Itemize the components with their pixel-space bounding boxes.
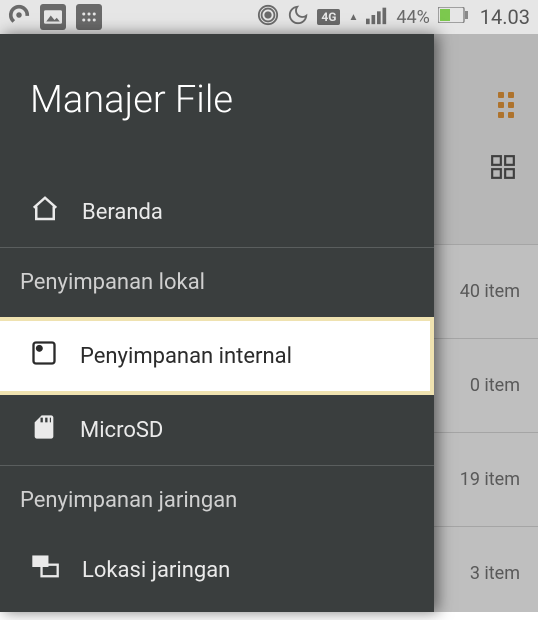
storage-icon: [30, 339, 58, 373]
image-icon: [40, 4, 66, 30]
drawer-title: Manajer File: [0, 34, 434, 177]
navigation-drawer: Manajer File Beranda Penyimpanan lokal P…: [0, 34, 434, 612]
nav-label: Beranda: [82, 200, 163, 225]
nav-label: Penyimpanan internal: [80, 344, 292, 369]
signal-icon: [366, 5, 388, 30]
nav-label: Lokasi jaringan: [82, 558, 230, 583]
status-left: [8, 4, 102, 31]
selected-highlight: Penyimpanan internal: [0, 317, 434, 395]
battery-percentage: 44%: [396, 7, 429, 28]
clock: 14.03: [480, 5, 530, 29]
nav-item-network-location[interactable]: Lokasi jaringan: [0, 535, 434, 605]
section-network-storage: Penyimpanan jaringan: [0, 465, 434, 535]
broadcast-icon: [257, 4, 279, 31]
status-bar: 4G ▲ 44% 14.03: [0, 0, 538, 34]
network-type-badge: 4G: [317, 9, 340, 25]
section-local-storage: Penyimpanan lokal: [0, 247, 434, 317]
moon-icon: [287, 4, 309, 31]
sd-card-icon: [30, 413, 58, 447]
nav-item-microsd[interactable]: MicroSD: [0, 395, 434, 465]
hotspot-icon: [8, 4, 30, 31]
nav-item-home[interactable]: Beranda: [0, 177, 434, 247]
nav-item-internal-storage[interactable]: Penyimpanan internal: [0, 321, 430, 391]
bbm-icon: [76, 4, 102, 30]
triangle-icon: ▲: [348, 12, 358, 23]
network-location-icon: [30, 553, 60, 587]
drawer-scrim[interactable]: [434, 34, 538, 612]
nav-label: MicroSD: [80, 418, 163, 443]
status-right: 4G ▲ 44% 14.03: [257, 4, 530, 31]
battery-icon: [438, 7, 468, 28]
home-icon: [30, 194, 60, 230]
